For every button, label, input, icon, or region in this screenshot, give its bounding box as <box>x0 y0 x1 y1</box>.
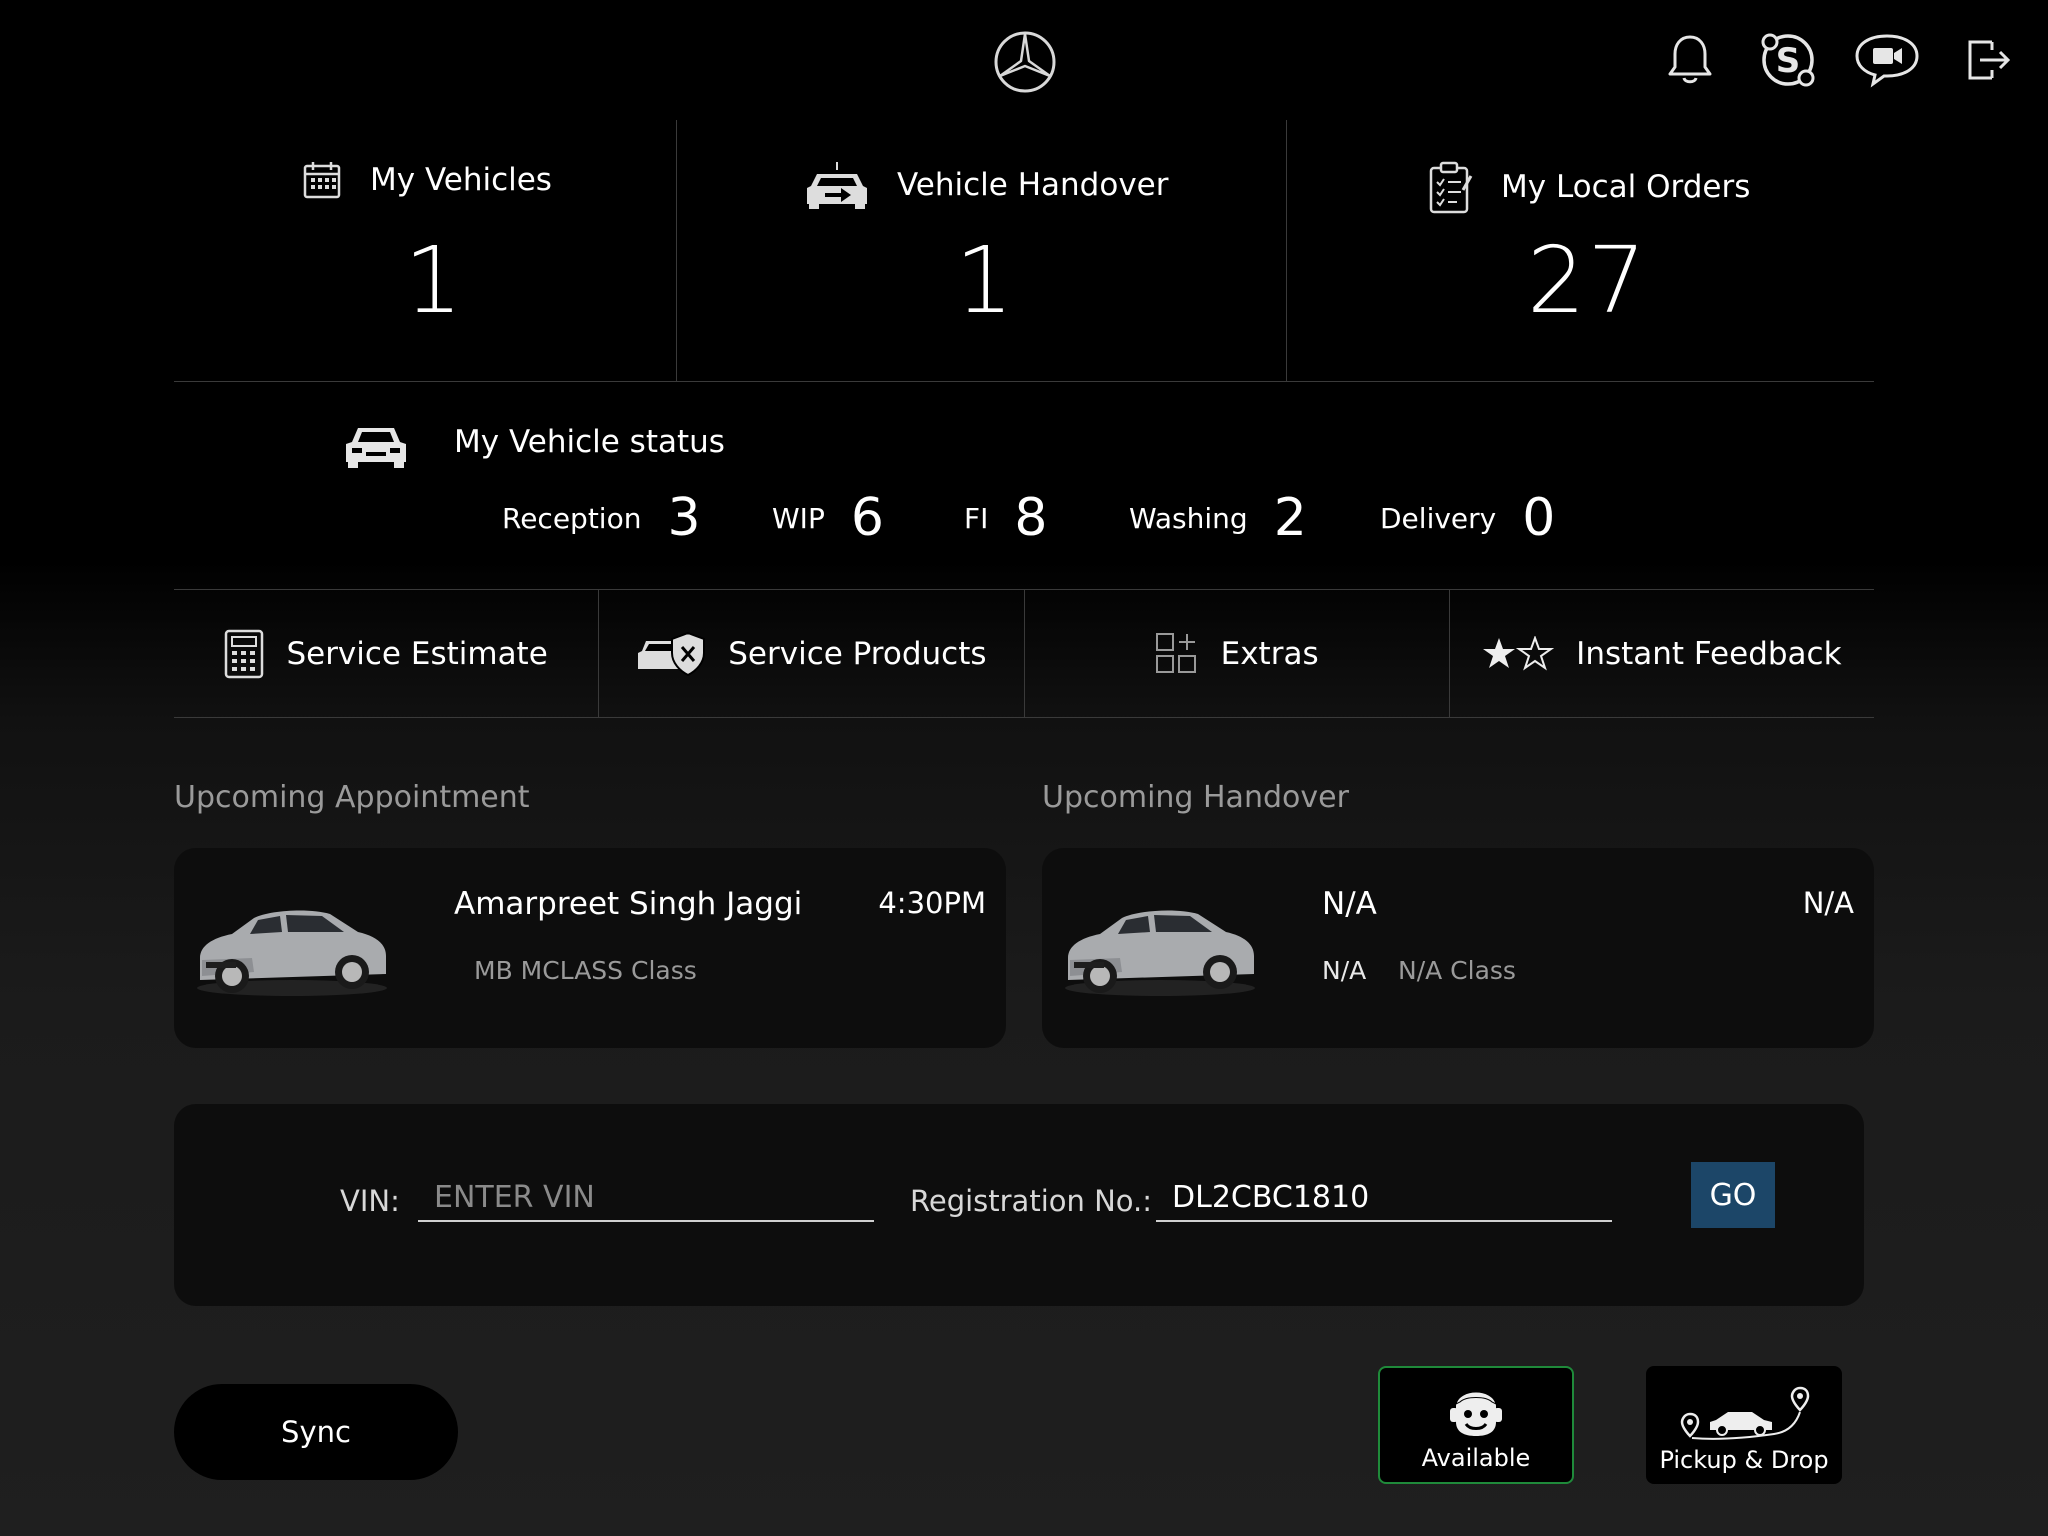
stat-vehicle-handover[interactable]: Vehicle Handover 1 <box>676 120 1286 382</box>
vehicle-search-panel: VIN: Registration No.: GO <box>174 1104 1864 1306</box>
car-handover-icon <box>805 160 869 210</box>
action-label: Service Products <box>728 635 987 672</box>
stars-icon <box>1482 635 1555 672</box>
stat-label: My Vehicles <box>370 162 552 198</box>
status-label: Reception <box>502 501 642 535</box>
status-label: Delivery <box>1380 501 1497 535</box>
status-wip[interactable]: WIP 6 <box>772 492 884 544</box>
stat-value: 1 <box>404 227 465 334</box>
calculator-icon <box>224 629 264 679</box>
face-icon <box>1446 1382 1506 1438</box>
available-label: Available <box>1421 1444 1531 1472</box>
action-label: Extras <box>1220 635 1319 672</box>
car-icon <box>344 422 408 470</box>
status-label: Washing <box>1129 501 1248 535</box>
appointment-card[interactable]: Amarpreet Singh Jaggi 4:30PM MB MCLASS C… <box>174 848 1006 1048</box>
stat-my-local-orders[interactable]: My Local Orders 27 <box>1286 120 1874 382</box>
sync-button[interactable]: Sync <box>174 1384 458 1480</box>
upcoming-handover-title: Upcoming Handover <box>1042 780 1349 815</box>
status-value: 8 <box>1014 488 1048 548</box>
handover-card[interactable]: N/A N/A N/A N/A Class <box>1042 848 1874 1048</box>
grid-plus-icon <box>1155 632 1199 676</box>
stats-panel: My Vehicles 1 Vehicle Handover 1 My Loca… <box>174 120 1874 382</box>
stat-my-vehicles[interactable]: My Vehicles 1 <box>174 120 676 382</box>
vehicle-status-title: My Vehicle status <box>454 424 725 460</box>
status-reception[interactable]: Reception 3 <box>502 492 701 544</box>
status-label: WIP <box>772 501 825 535</box>
vin-label: VIN: <box>340 1184 400 1218</box>
vehicle-model: MB MCLASS Class <box>474 956 697 985</box>
car-image <box>192 888 392 998</box>
pickup-drop-label: Pickup & Drop <box>1659 1446 1829 1474</box>
upcoming-appointment-title: Upcoming Appointment <box>174 780 530 815</box>
logout-icon[interactable] <box>1958 30 2018 90</box>
appointment-time: 4:30PM <box>878 886 986 920</box>
registration-label: Registration No.: <box>910 1184 1153 1218</box>
available-status-button[interactable]: Available <box>1378 1366 1574 1484</box>
vin-input[interactable] <box>418 1174 874 1222</box>
status-value: 3 <box>667 488 701 548</box>
registration-input[interactable] <box>1156 1174 1612 1222</box>
action-label: Service Estimate <box>286 635 548 672</box>
svg-text:S: S <box>1776 41 1801 81</box>
status-delivery[interactable]: Delivery 0 <box>1380 492 1555 544</box>
customer-name: Amarpreet Singh Jaggi <box>454 886 803 922</box>
handover-model: N/A Class <box>1398 956 1516 985</box>
stat-value: 1 <box>955 227 1016 334</box>
status-value: 2 <box>1273 488 1307 548</box>
action-label: Instant Feedback <box>1576 635 1842 672</box>
instant-feedback-button[interactable]: Instant Feedback <box>1448 590 1874 717</box>
status-value: 6 <box>850 488 884 548</box>
go-button[interactable]: GO <box>1691 1162 1775 1228</box>
stat-label: My Local Orders <box>1501 169 1751 205</box>
status-value: 0 <box>1522 488 1556 548</box>
handover-reg: N/A <box>1322 956 1367 985</box>
stat-label: Vehicle Handover <box>897 167 1169 203</box>
car-shield-icon <box>636 631 706 677</box>
video-chat-icon[interactable] <box>1852 30 1922 90</box>
stat-value: 27 <box>1527 227 1649 334</box>
extras-button[interactable]: Extras <box>1023 590 1449 717</box>
bell-icon[interactable] <box>1660 30 1720 90</box>
pickup-drop-button[interactable]: Pickup & Drop <box>1646 1366 1842 1484</box>
status-fi[interactable]: FI 8 <box>964 492 1047 544</box>
clipboard-icon <box>1427 160 1473 214</box>
handover-customer-name: N/A <box>1322 886 1377 922</box>
car-image <box>1060 888 1260 998</box>
mercedes-logo <box>993 30 1057 94</box>
vehicle-status-panel: My Vehicle status Reception 3 WIP 6 FI 8… <box>174 382 1874 590</box>
pickup-route-icon <box>1676 1384 1812 1440</box>
status-label: FI <box>964 501 989 535</box>
service-products-button[interactable]: Service Products <box>598 590 1023 717</box>
handover-time: N/A <box>1802 886 1854 920</box>
action-bar: Service Estimate Service Products Extras <box>174 590 1874 718</box>
status-washing[interactable]: Washing 2 <box>1129 492 1307 544</box>
service-estimate-button[interactable]: Service Estimate <box>174 590 598 717</box>
skype-icon[interactable]: S <box>1758 30 1818 90</box>
calendar-icon <box>302 160 342 200</box>
